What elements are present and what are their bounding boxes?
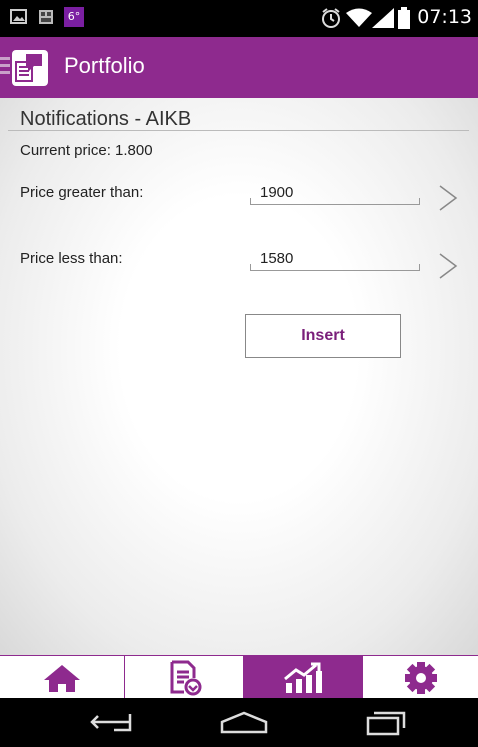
title-divider [8,130,469,131]
back-icon[interactable] [90,710,136,734]
page-title: Notifications - AIKB [20,108,192,130]
home-outline-icon[interactable] [219,710,269,734]
settings-icon [405,661,437,694]
chart-icon [284,662,322,693]
price-greater-underline [250,198,420,205]
tab-settings[interactable] [362,656,478,699]
tab-documents[interactable] [125,656,244,699]
home-icon [44,664,80,692]
alarm-icon [322,8,340,28]
notifications-panel: Notifications - AIKB Current price: 1.80… [0,98,478,655]
recents-icon[interactable] [366,710,406,736]
insert-button[interactable]: Insert [245,314,401,358]
price-greater-label: Price greater than: [20,184,144,201]
signal-icon [372,8,394,28]
current-price-label: Current price: 1.800 [20,142,153,159]
temperature-icon: 6° [64,7,84,27]
battery-icon [398,7,410,29]
wifi-icon [346,8,372,27]
status-bar: 6° 07:13 [0,0,478,37]
chevron-right-icon[interactable] [436,251,460,281]
tab-home[interactable] [0,656,125,699]
chevron-right-icon[interactable] [436,183,460,213]
action-bar: Portfolio [0,37,478,98]
temperature-text: 6° [67,10,81,23]
system-nav-bar [0,698,478,747]
bottom-tab-bar [0,655,478,699]
image-icon [10,9,27,24]
app-title: Portfolio [64,53,145,78]
price-less-underline [250,264,420,271]
document-icon [170,660,202,695]
drawer-indicator-icon[interactable] [0,57,10,78]
price-less-label: Price less than: [20,250,123,267]
app-logo-icon[interactable] [12,50,48,86]
tab-charts[interactable] [244,656,362,699]
clock: 07:13 [417,6,472,28]
notification-icon [39,10,53,24]
